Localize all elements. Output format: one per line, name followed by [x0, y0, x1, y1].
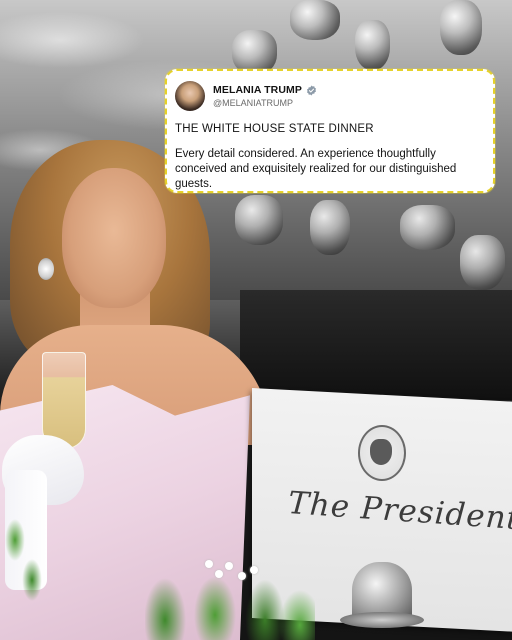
verified-badge-icon	[306, 84, 317, 96]
post-header: MELANIA TRUMP @MELANIATRUMP	[175, 79, 485, 113]
earring	[38, 258, 54, 280]
display-name-row: MELANIA TRUMP	[213, 84, 317, 96]
crystal-decoration	[355, 20, 390, 70]
author-block: MELANIA TRUMP @MELANIATRUMP	[213, 84, 317, 108]
crystal-decoration	[460, 235, 505, 290]
woman-face	[62, 168, 166, 308]
eagle-icon	[370, 439, 392, 465]
author-handle[interactable]: @MELANIATRUMP	[213, 98, 317, 108]
social-post-card: MELANIA TRUMP @MELANIATRUMP THE WHITE HO…	[165, 69, 495, 193]
crystal-decoration	[440, 0, 482, 55]
post-headline: THE WHITE HOUSE STATE DINNER	[175, 123, 374, 135]
post-body: Every detail considered. An experience t…	[175, 148, 457, 190]
lily-flower	[215, 570, 223, 578]
flower-leaves-left	[0, 510, 50, 620]
photo-collage: The President MELANIA TRUMP @MELANIATRUM…	[0, 0, 512, 640]
lily-flower	[250, 566, 258, 574]
lily-flower	[238, 572, 246, 580]
crystal-decoration	[290, 0, 340, 40]
lily-flower	[225, 562, 233, 570]
crystal-decoration	[310, 200, 350, 255]
crystal-decoration	[235, 195, 283, 245]
presidential-seal-icon	[358, 425, 406, 481]
crystal-decoration	[400, 205, 455, 250]
author-name[interactable]: MELANIA TRUMP	[213, 84, 302, 96]
lily-flower	[205, 560, 213, 568]
dark-background-band	[240, 290, 512, 400]
avatar[interactable]	[175, 81, 205, 111]
lily-of-the-valley-leaves	[145, 560, 315, 640]
card-holder-base	[340, 612, 424, 628]
